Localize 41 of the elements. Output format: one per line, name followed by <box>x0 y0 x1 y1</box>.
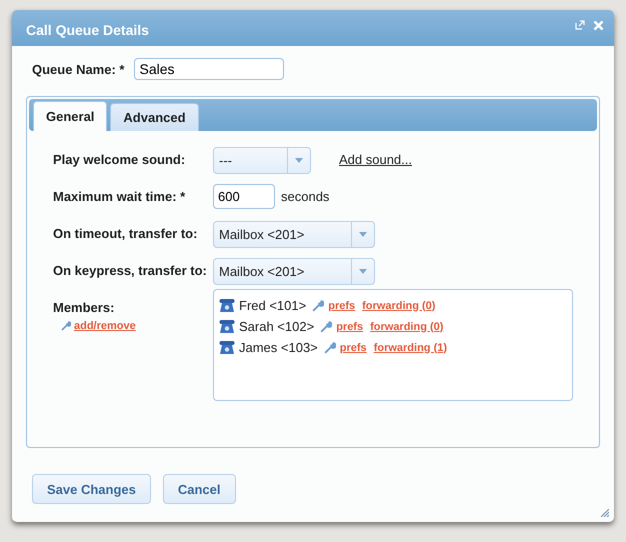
resize-grip-icon[interactable] <box>601 509 609 517</box>
field-label: On keypress, transfer to: <box>53 262 208 280</box>
close-icon[interactable] <box>593 20 604 31</box>
tab[interactable]: Advanced <box>110 103 199 131</box>
wrench-icon <box>320 320 332 332</box>
queue-name-field[interactable]: Sales <box>134 58 284 80</box>
forwarding-link[interactable]: forwarding (0) <box>370 320 444 332</box>
save-button[interactable]: Save Changes <box>32 474 151 504</box>
caret-icon <box>359 269 367 274</box>
add-sound-link[interactable]: Add sound... <box>339 152 412 167</box>
caret-icon <box>295 158 303 163</box>
forwarding-link[interactable]: forwarding (0) <box>362 300 436 312</box>
field-label: Queue Name: * <box>32 62 124 76</box>
forwarding-link[interactable]: forwarding (1) <box>374 342 448 354</box>
dropdown[interactable]: Mailbox <201> <box>213 258 375 285</box>
wrench-icon <box>324 342 336 354</box>
caret-icon <box>359 232 367 237</box>
dropdown[interactable]: Mailbox <201> <box>213 221 375 248</box>
popout-icon[interactable] <box>575 20 585 30</box>
field-label: Play welcome sound: <box>53 151 186 169</box>
wait-time-field[interactable]: 600 <box>213 184 275 209</box>
member-name: Fred <101> <box>239 298 306 313</box>
member-name: Sarah <102> <box>239 319 314 334</box>
cancel-button[interactable]: Cancel <box>162 474 236 504</box>
wrench-icon <box>312 300 324 312</box>
field-label: Members: <box>53 299 116 317</box>
unit-label: seconds <box>281 189 330 204</box>
telephone-icon <box>219 319 235 334</box>
field-label: On timeout, transfer to: <box>53 225 198 243</box>
add-remove-link[interactable]: add/remove <box>74 320 136 332</box>
telephone-icon <box>219 298 235 313</box>
field-label: Maximum wait time: * <box>53 188 186 206</box>
wrench-icon <box>61 321 71 331</box>
tab[interactable]: General <box>33 101 108 131</box>
window-title: Call Queue Details <box>26 21 150 38</box>
member-name: James <103> <box>239 340 318 355</box>
telephone-icon <box>219 340 235 355</box>
prefs-link[interactable]: prefs <box>328 300 356 312</box>
dropdown[interactable]: --- <box>213 147 311 174</box>
prefs-link[interactable]: prefs <box>336 320 364 332</box>
prefs-link[interactable]: prefs <box>340 342 367 354</box>
